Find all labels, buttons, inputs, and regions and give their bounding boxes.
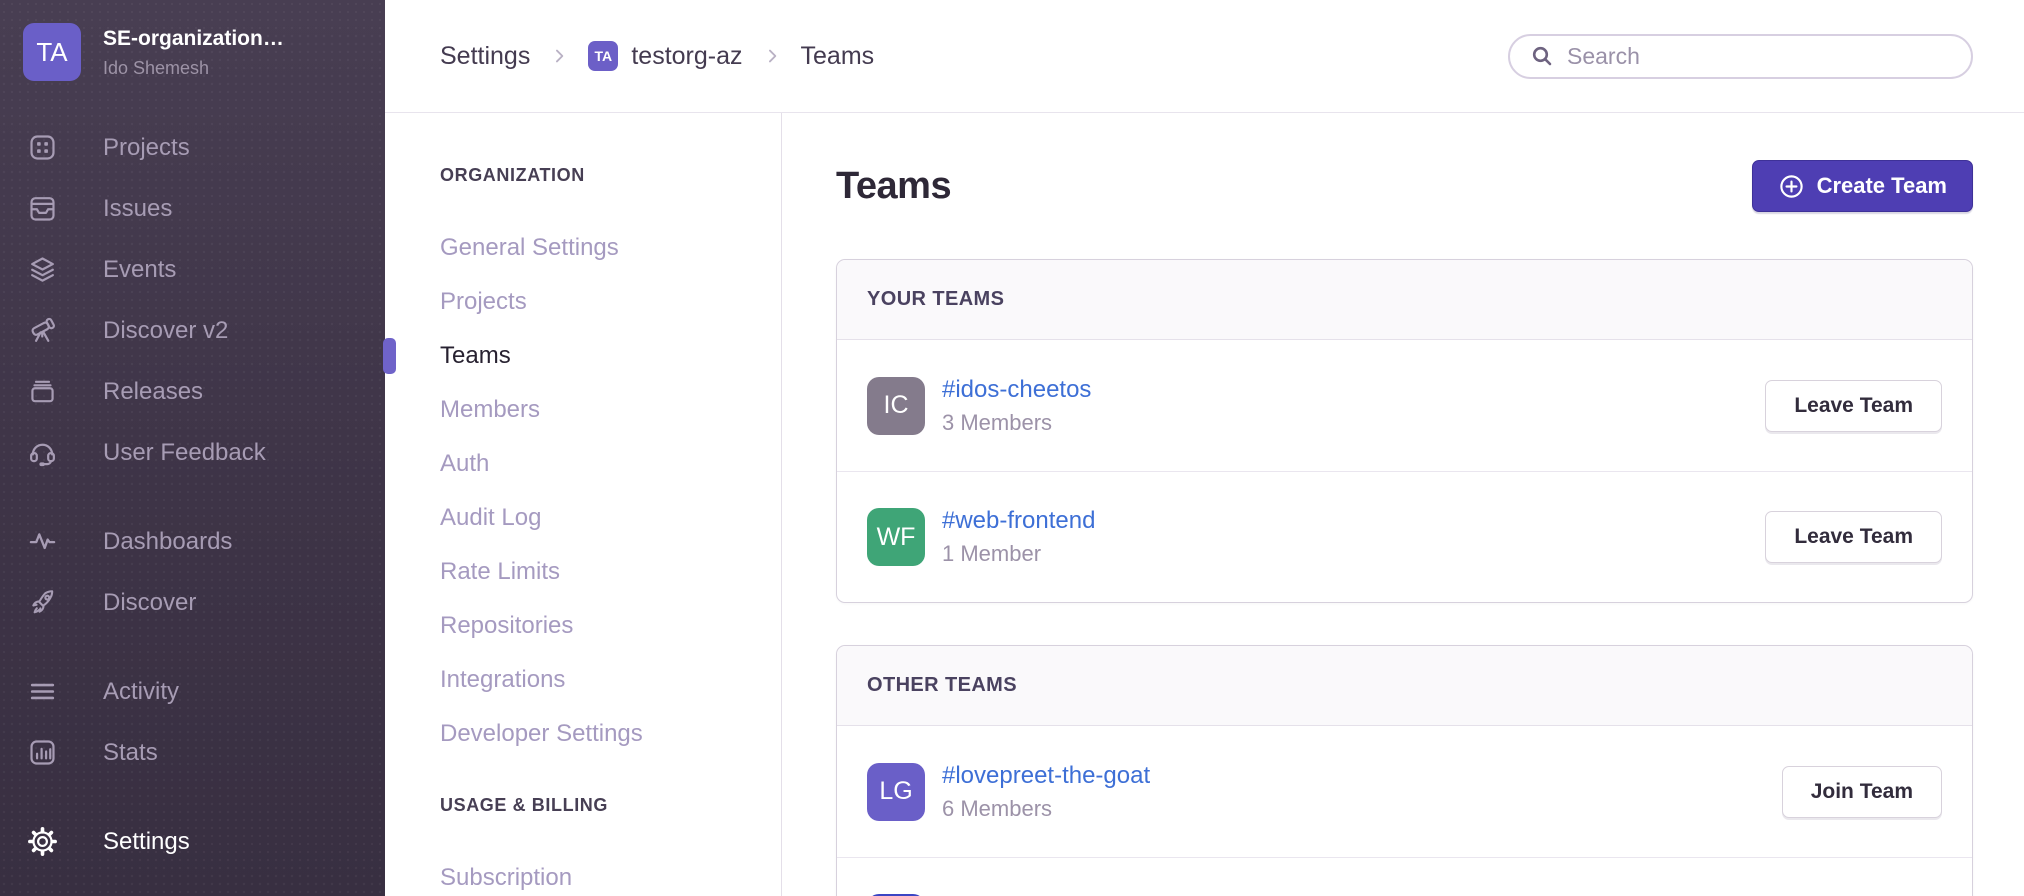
sidebar-item-stats[interactable]: Stats bbox=[0, 722, 385, 783]
team-row-web-frontend: WF #web-frontend 1 Member Leave Team bbox=[837, 471, 1972, 602]
breadcrumb-org-label: testorg-az bbox=[631, 42, 742, 71]
team-row-lovepreet-the-goat: LG #lovepreet-the-goat 6 Members Join Te… bbox=[837, 726, 1972, 857]
team-name-link[interactable]: #idos-cheetos bbox=[942, 376, 1091, 404]
events-icon bbox=[27, 254, 58, 285]
leave-team-button[interactable]: Leave Team bbox=[1765, 511, 1942, 563]
app-sidebar: TA SE-organization… Ido Shemesh Projects bbox=[0, 0, 385, 896]
settings-nav-heading-usage-billing: USAGE & BILLING bbox=[440, 795, 781, 817]
sidebar-nav: Projects Issues Events bbox=[0, 117, 385, 872]
sidebar-item-dashboards[interactable]: Dashboards bbox=[0, 511, 385, 572]
team-members-count: 6 Members bbox=[942, 796, 1782, 822]
chevron-right-icon bbox=[762, 46, 782, 66]
sidebar-item-label: Stats bbox=[103, 739, 158, 767]
chevron-right-icon bbox=[549, 46, 569, 66]
sidebar-item-label: Settings bbox=[103, 828, 190, 856]
team-row-partial bbox=[837, 857, 1972, 896]
list-lines-icon bbox=[27, 676, 58, 707]
search-icon bbox=[1530, 44, 1554, 68]
team-avatar: WF bbox=[867, 508, 925, 566]
sidebar-item-activity[interactable]: Activity bbox=[0, 661, 385, 722]
top-bar: Settings TA testorg-az Teams bbox=[385, 0, 2024, 113]
main-content: Teams Create Team YOUR TEAMS IC #idos-ch… bbox=[783, 114, 2024, 896]
team-name-link[interactable]: #lovepreet-the-goat bbox=[942, 762, 1150, 790]
settings-nav-heading-organization: ORGANIZATION bbox=[440, 165, 781, 187]
team-info: #lovepreet-the-goat 6 Members bbox=[942, 762, 1782, 822]
telescope-icon bbox=[27, 315, 58, 346]
other-teams-heading: OTHER TEAMS bbox=[837, 646, 1972, 726]
settings-nav-item-integrations[interactable]: Integrations bbox=[440, 653, 781, 707]
settings-nav-item-developer-settings[interactable]: Developer Settings bbox=[440, 707, 781, 761]
sidebar-item-projects[interactable]: Projects bbox=[0, 117, 385, 178]
org-user-name: Ido Shemesh bbox=[103, 58, 284, 79]
projects-icon bbox=[27, 132, 58, 163]
team-members-count: 3 Members bbox=[942, 410, 1765, 436]
settings-nav-item-members[interactable]: Members bbox=[440, 383, 781, 437]
settings-nav-item-rate-limits[interactable]: Rate Limits bbox=[440, 545, 781, 599]
team-info: #web-frontend 1 Member bbox=[942, 507, 1765, 567]
settings-nav-item-subscription[interactable]: Subscription bbox=[440, 851, 781, 896]
sidebar-item-issues[interactable]: Issues bbox=[0, 178, 385, 239]
breadcrumb-settings[interactable]: Settings bbox=[440, 42, 530, 71]
sidebar-item-events[interactable]: Events bbox=[0, 239, 385, 300]
issues-icon bbox=[27, 193, 58, 224]
title-row: Teams Create Team bbox=[836, 159, 1973, 213]
team-name-link[interactable]: #web-frontend bbox=[942, 507, 1095, 535]
settings-nav-item-projects[interactable]: Projects bbox=[440, 275, 781, 329]
settings-nav-item-repositories[interactable]: Repositories bbox=[440, 599, 781, 653]
plus-circle-icon bbox=[1778, 173, 1805, 200]
releases-icon bbox=[27, 376, 58, 407]
team-row-idos-cheetos: IC #idos-cheetos 3 Members Leave Team bbox=[837, 340, 1972, 471]
create-team-label: Create Team bbox=[1817, 173, 1947, 199]
create-team-button[interactable]: Create Team bbox=[1752, 160, 1973, 212]
team-members-count: 1 Member bbox=[942, 541, 1765, 567]
settings-nav-item-audit-log[interactable]: Audit Log bbox=[440, 491, 781, 545]
pulse-icon bbox=[27, 526, 58, 557]
settings-nav-item-auth[interactable]: Auth bbox=[440, 437, 781, 491]
sidebar-item-label: User Feedback bbox=[103, 439, 266, 467]
sidebar-item-user-feedback[interactable]: User Feedback bbox=[0, 422, 385, 483]
sidebar-item-label: Issues bbox=[103, 195, 172, 223]
sidebar-item-settings[interactable]: Settings bbox=[0, 811, 385, 872]
sidebar-item-label: Dashboards bbox=[103, 528, 232, 556]
page-title: Teams bbox=[836, 165, 951, 208]
gear-icon bbox=[27, 826, 58, 857]
breadcrumb: Settings TA testorg-az Teams bbox=[440, 41, 874, 71]
rocket-icon bbox=[27, 587, 58, 618]
leave-team-button[interactable]: Leave Team bbox=[1765, 380, 1942, 432]
your-teams-panel: YOUR TEAMS IC #idos-cheetos 3 Members Le… bbox=[836, 259, 1973, 603]
breadcrumb-org[interactable]: TA testorg-az bbox=[588, 41, 742, 71]
sidebar-item-label: Activity bbox=[103, 678, 179, 706]
sidebar-item-label: Discover bbox=[103, 589, 196, 617]
team-info: #idos-cheetos 3 Members bbox=[942, 376, 1765, 436]
sidebar-item-label: Discover v2 bbox=[103, 317, 228, 345]
org-meta: SE-organization… Ido Shemesh bbox=[103, 23, 284, 81]
org-avatar: TA bbox=[23, 23, 81, 81]
search-input[interactable] bbox=[1567, 43, 1953, 70]
join-team-button[interactable]: Join Team bbox=[1782, 766, 1942, 818]
sidebar-item-label: Projects bbox=[103, 134, 190, 162]
bar-chart-icon bbox=[27, 737, 58, 768]
settings-nav-item-teams[interactable]: Teams bbox=[440, 329, 781, 383]
breadcrumb-current: Teams bbox=[801, 42, 875, 71]
org-switcher[interactable]: TA SE-organization… Ido Shemesh bbox=[0, 0, 385, 81]
headset-icon bbox=[27, 437, 58, 468]
sidebar-item-releases[interactable]: Releases bbox=[0, 361, 385, 422]
settings-nav-item-general-settings[interactable]: General Settings bbox=[440, 221, 781, 275]
sidebar-item-discover[interactable]: Discover bbox=[0, 572, 385, 633]
search-box[interactable] bbox=[1508, 34, 1973, 79]
team-avatar: IC bbox=[867, 377, 925, 435]
other-teams-panel: OTHER TEAMS LG #lovepreet-the-goat 6 Mem… bbox=[836, 645, 1973, 896]
sidebar-item-discover-v2[interactable]: Discover v2 bbox=[0, 300, 385, 361]
org-badge: TA bbox=[588, 41, 618, 71]
sidebar-item-label: Releases bbox=[103, 378, 203, 406]
your-teams-heading: YOUR TEAMS bbox=[837, 260, 1972, 340]
active-route-indicator bbox=[383, 338, 396, 374]
settings-secondary-nav: ORGANIZATION General Settings Projects T… bbox=[385, 113, 782, 896]
sidebar-item-label: Events bbox=[103, 256, 176, 284]
team-avatar: LG bbox=[867, 763, 925, 821]
org-name: SE-organization… bbox=[103, 27, 284, 51]
